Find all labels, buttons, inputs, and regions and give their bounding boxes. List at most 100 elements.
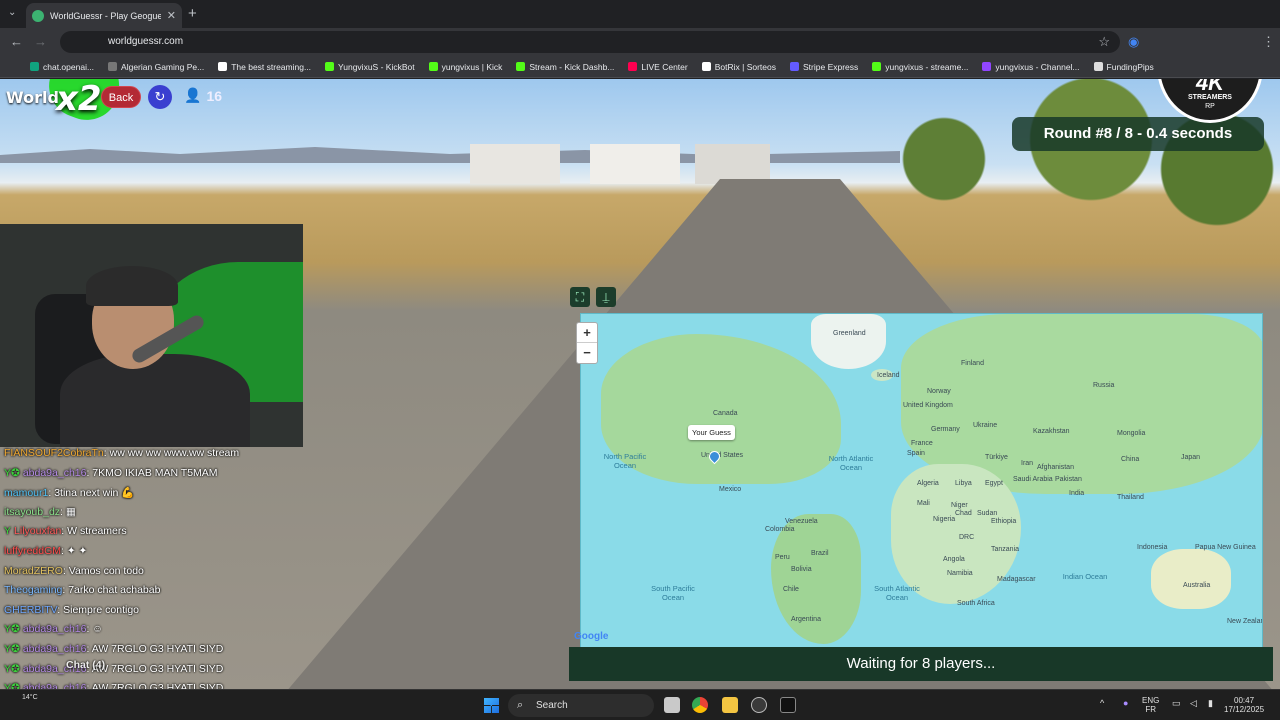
bookmark-item[interactable]: YungvixuS - KickBot bbox=[325, 62, 415, 72]
forward-arrow-icon[interactable]: → bbox=[34, 34, 47, 49]
ocean-label: South Atlantic Ocean bbox=[874, 584, 920, 602]
pin-map-button[interactable]: ⍊ bbox=[596, 287, 616, 307]
waiting-status: Waiting for 8 players... bbox=[569, 647, 1273, 681]
chat-username[interactable]: FIANSOUF2CobraTn bbox=[4, 447, 104, 459]
kebab-menu-icon[interactable]: ⋮ bbox=[1262, 34, 1275, 50]
tray-chevron-icon[interactable]: ^ bbox=[1100, 699, 1104, 708]
country-label: United Kingdom bbox=[903, 402, 953, 409]
bookmark-item[interactable]: The best streaming... bbox=[218, 62, 311, 72]
expand-map-button[interactable]: ⛶ bbox=[570, 287, 590, 307]
back-arrow-icon[interactable]: ← bbox=[10, 34, 23, 49]
chrome-icon[interactable] bbox=[692, 697, 708, 713]
terminal-icon[interactable] bbox=[780, 697, 796, 713]
back-button[interactable]: Back bbox=[101, 86, 141, 108]
address-bar-row: ← → worldguessr.com ☆ ◉ ⋮ bbox=[0, 28, 1280, 56]
country-label: Russia bbox=[1093, 382, 1115, 389]
obs-icon[interactable] bbox=[751, 697, 767, 713]
bookmark-favicon-icon bbox=[428, 62, 438, 71]
clock[interactable]: 00:47 17/12/2025 bbox=[1224, 696, 1264, 714]
bookmark-item[interactable]: yungvixus - streame... bbox=[872, 62, 968, 72]
country-label: Nigeria bbox=[933, 516, 956, 523]
multiplier-overlay: x2 bbox=[56, 79, 102, 119]
bookmark-label: yungvixus - Channel... bbox=[995, 61, 1080, 72]
taskbar-search-label: Search bbox=[536, 700, 568, 711]
chat-username[interactable]: abda9a_ch16 bbox=[23, 467, 87, 479]
bookmark-item[interactable]: Stripe Express bbox=[790, 62, 858, 72]
network-icon[interactable]: ▭ bbox=[1172, 699, 1181, 708]
chat-username[interactable]: Theogaming bbox=[4, 584, 62, 596]
lang-bottom: FR bbox=[1145, 705, 1156, 714]
chat-username[interactable]: GHERBITV bbox=[4, 604, 57, 616]
zoom-in-button[interactable]: + bbox=[577, 323, 597, 343]
guess-map[interactable]: Greenland Iceland Finland Norway Russia Unite… bbox=[580, 313, 1263, 649]
bookmark-item[interactable]: FundingPips bbox=[1093, 62, 1154, 72]
country-label: Ethiopia bbox=[991, 518, 1017, 525]
chat-text: : Vamos con todo bbox=[62, 564, 144, 577]
browser-tab-bar: ⌄ WorldGuessr - Play Geoguessr Free ✕ + bbox=[0, 0, 1280, 28]
chat-message: Y✪ abda9a_ch16: AW 7RGLO G3 HYATI SIYD bbox=[4, 663, 223, 675]
chat-message: GHERBITV: Siempre contigo bbox=[4, 604, 139, 616]
country-label: Mali bbox=[917, 500, 930, 507]
new-tab-icon[interactable]: + bbox=[188, 5, 197, 22]
volume-icon[interactable]: ◁ bbox=[1190, 699, 1197, 708]
country-label: Mongolia bbox=[1117, 430, 1146, 437]
bookmark-star-icon[interactable]: ☆ bbox=[1098, 34, 1110, 50]
microphone-icon[interactable]: ● bbox=[1123, 699, 1128, 708]
close-tab-icon[interactable]: ✕ bbox=[167, 9, 176, 22]
chat-username[interactable]: itsayoub_dz bbox=[4, 506, 60, 518]
bookmark-item[interactable]: yungvixus - Channel... bbox=[982, 61, 1080, 72]
bookmarks-bar: chat.openai... Algerian Gaming Pe... The b… bbox=[0, 56, 1280, 78]
taskbar-search[interactable]: ⌕ Search bbox=[508, 694, 654, 717]
extension-icon[interactable]: ◉ bbox=[1128, 34, 1139, 50]
your-guess-tooltip: Your Guess bbox=[688, 425, 735, 440]
bookmark-item[interactable]: chat.openai... bbox=[30, 62, 94, 72]
australia-landmass bbox=[1151, 549, 1231, 609]
chat-username[interactable]: mamour1 bbox=[4, 487, 48, 499]
ocean-label: Indian Ocean bbox=[1062, 572, 1108, 581]
country-label: Angola bbox=[943, 556, 965, 563]
bookmark-item[interactable]: BotRix | Sorteos bbox=[701, 62, 776, 72]
country-label: Thailand bbox=[1117, 494, 1144, 501]
players-icon: 👤 bbox=[184, 87, 202, 103]
bookmark-label: The best streaming... bbox=[231, 61, 312, 72]
bookmark-item[interactable]: yungvixus | Kick bbox=[428, 62, 502, 72]
chat-message: MoradZERO: Vamos con todo bbox=[4, 565, 144, 577]
chat-username[interactable]: Lilyouxfan bbox=[14, 525, 61, 537]
chat-username[interactable]: luffyreddGM bbox=[4, 545, 61, 557]
bookmark-item[interactable]: Stream - Kick Dashb... bbox=[516, 62, 614, 72]
tab-search-icon[interactable]: ⌄ bbox=[8, 7, 16, 18]
bookmark-item[interactable]: LIVE Center bbox=[628, 62, 688, 72]
browser-tab-active[interactable]: WorldGuessr - Play Geoguessr Free ✕ bbox=[26, 3, 182, 28]
bookmark-item[interactable]: Algerian Gaming Pe... bbox=[108, 62, 204, 72]
bookmark-label: chat.openai... bbox=[43, 61, 95, 72]
logo-small-text: STREAMERS bbox=[1188, 94, 1232, 101]
south-america-landmass bbox=[771, 514, 861, 644]
street-view-panorama[interactable]: World x2 Back ↻ 👤 16 Round #8 / 8 - 0.4 … bbox=[0, 79, 1280, 689]
windows-start-icon[interactable] bbox=[484, 698, 499, 713]
chat-username[interactable]: abda9a_ch16 bbox=[23, 682, 87, 689]
bookmark-label: yungvixus - streame... bbox=[885, 61, 969, 72]
chat-username[interactable]: MoradZERO bbox=[4, 565, 63, 577]
country-label: United States bbox=[701, 452, 744, 459]
bookmark-favicon-icon bbox=[516, 62, 526, 71]
distant-buildings bbox=[470, 144, 770, 184]
zoom-out-button[interactable]: − bbox=[577, 343, 597, 363]
chat-username[interactable]: abda9a_ch16 bbox=[23, 623, 87, 635]
tab-title: WorldGuessr - Play Geoguessr Free bbox=[50, 10, 161, 21]
country-label: Canada bbox=[713, 410, 738, 417]
bookmark-favicon-icon bbox=[701, 62, 711, 71]
country-label: Iran bbox=[1021, 460, 1034, 467]
chat-message: mamour1: 3tina next win 💪 bbox=[4, 486, 134, 499]
chat-text: : ww ww ww www.ww stream bbox=[103, 447, 240, 459]
chat-username[interactable]: abda9a_ch16 bbox=[23, 643, 87, 655]
url-input[interactable]: worldguessr.com ☆ bbox=[60, 31, 1120, 53]
ocean-label: South Pacific Ocean bbox=[651, 584, 695, 602]
bookmark-favicon-icon bbox=[982, 62, 992, 71]
greenland-landmass bbox=[811, 314, 886, 369]
bookmark-label: Algerian Gaming Pe... bbox=[121, 61, 205, 72]
battery-icon[interactable]: ▮ bbox=[1208, 699, 1213, 708]
refresh-button[interactable]: ↻ bbox=[148, 85, 172, 109]
file-explorer-icon[interactable] bbox=[722, 697, 738, 713]
task-view-icon[interactable] bbox=[664, 697, 680, 713]
language-indicator[interactable]: ENG FR bbox=[1142, 696, 1159, 714]
